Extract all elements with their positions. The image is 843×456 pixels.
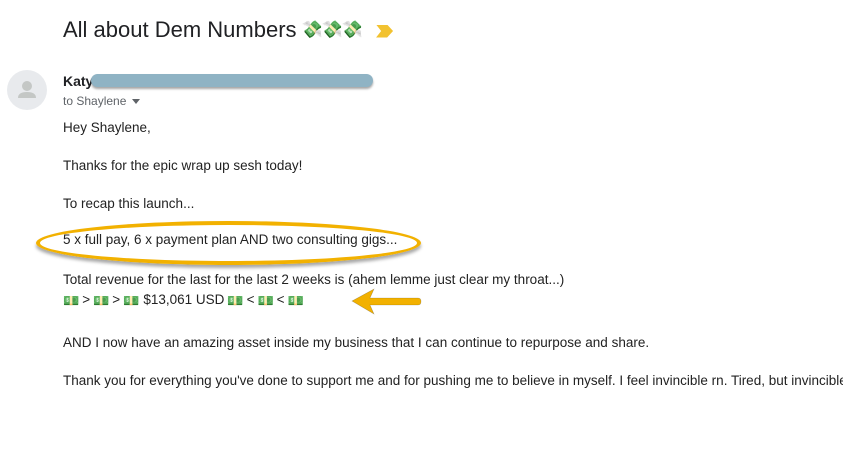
importance-marker-icon[interactable] — [376, 24, 394, 38]
avatar[interactable] — [7, 70, 47, 110]
recipient-details-toggle[interactable]: to Shaylene — [63, 94, 141, 108]
sender-row: Katy — [63, 72, 93, 90]
money-emoji: 💵 — [227, 293, 244, 308]
body-line-revenue: Total revenue for the last for the last … — [63, 272, 565, 287]
highlight-ellipse — [36, 221, 421, 265]
body-line-recap: To recap this launch... — [63, 196, 195, 211]
revenue-amount: $13,061 USD — [143, 292, 225, 307]
chevron-down-icon — [132, 99, 141, 104]
greater-than: > — [82, 292, 91, 307]
revenue-line: 💵 > 💵 > 💵 $13,061 USD 💵 < 💵 < 💵 — [63, 292, 304, 309]
redaction-bar — [91, 74, 373, 87]
greeting: Hey Shaylene, — [63, 120, 151, 135]
less-than: < — [246, 292, 255, 307]
money-emoji: 💵 — [93, 293, 110, 308]
money-emoji: 💵 — [123, 293, 140, 308]
money-emoji: 💵 — [257, 293, 274, 308]
person-icon — [18, 81, 36, 98]
closing-text: Thank you for everything you've done to … — [63, 373, 843, 388]
money-with-wings-emoji: 💸💸💸 — [301, 20, 364, 39]
body-line-asset: AND I now have an amazing asset inside m… — [63, 335, 650, 350]
sender-name[interactable]: Katy — [63, 73, 93, 89]
money-emoji: 💵 — [63, 293, 80, 308]
subject-row: All about Dem Numbers 💸💸💸 — [63, 13, 394, 47]
less-than: < — [276, 292, 285, 307]
body-line-thanks: Thanks for the epic wrap up sesh today! — [63, 158, 303, 173]
recipient-label: to Shaylene — [63, 94, 127, 108]
greater-than: > — [112, 292, 121, 307]
money-emoji: 💵 — [287, 293, 304, 308]
body-line-closing: Thank you for everything you've done to … — [63, 372, 843, 389]
email-subject: All about Dem Numbers — [63, 17, 297, 42]
arrow-left-icon — [351, 288, 422, 315]
